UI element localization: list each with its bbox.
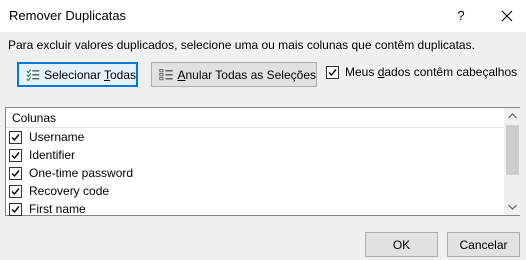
list-item-label: Username	[29, 130, 85, 144]
instructions-text: Para excluir valores duplicados, selecio…	[8, 38, 475, 52]
check-icon	[11, 187, 20, 195]
list-item-label: Identifier	[29, 148, 76, 162]
list-item-label: One-time password	[29, 166, 134, 180]
checkbox[interactable]	[9, 202, 22, 216]
columns-items: Username Identifier One-time password Re…	[9, 128, 133, 218]
checkbox[interactable]	[9, 166, 22, 180]
checklist-icon	[26, 68, 40, 81]
my-data-has-headers-checkbox[interactable]: Meus dados contêm cabeçalhos	[326, 65, 517, 79]
chevron-down-icon	[507, 204, 517, 210]
select-all-label: Selecionar Todas	[44, 67, 136, 82]
checkbox[interactable]	[9, 184, 22, 198]
list-item-first-name[interactable]: First name	[9, 200, 133, 218]
close-icon	[501, 10, 513, 22]
list-item-identifier[interactable]: Identifier	[9, 146, 133, 164]
check-icon	[11, 151, 20, 159]
list-item-recovery-code[interactable]: Recovery code	[9, 182, 133, 200]
list-item-label: First name	[29, 202, 86, 216]
vertical-scrollbar[interactable]	[504, 108, 520, 215]
list-item-username[interactable]: Username	[9, 128, 133, 146]
checkbox[interactable]	[9, 130, 22, 144]
list-item-label: Recovery code	[29, 184, 110, 198]
close-button[interactable]	[492, 4, 522, 28]
my-data-has-headers-label: Meus dados contêm cabeçalhos	[345, 65, 518, 79]
help-button[interactable]: ?	[446, 4, 476, 28]
scroll-up-button[interactable]	[504, 108, 520, 124]
select-all-button[interactable]: Selecionar Todas	[17, 62, 138, 87]
check-icon	[11, 133, 20, 141]
list-icon	[159, 68, 173, 80]
scroll-thumb[interactable]	[506, 125, 519, 175]
check-icon	[328, 68, 337, 76]
title-bar: Remover Duplicatas ?	[0, 0, 526, 32]
list-item-one-time-password[interactable]: One-time password	[9, 164, 133, 182]
checkbox[interactable]	[9, 148, 22, 162]
check-icon	[11, 169, 20, 177]
cancel-button[interactable]: Cancelar	[447, 232, 520, 257]
columns-listbox[interactable]: Colunas Username Identifier One-time pas…	[5, 107, 520, 216]
columns-header: Colunas	[12, 111, 57, 125]
scroll-down-button[interactable]	[504, 199, 520, 215]
checkbox[interactable]	[326, 65, 339, 79]
deselect-all-label: Anular Todas as Seleções	[177, 67, 316, 82]
check-icon	[11, 205, 20, 213]
ok-button[interactable]: OK	[365, 232, 438, 257]
chevron-up-icon	[507, 113, 517, 119]
deselect-all-button[interactable]: Anular Todas as Seleções	[151, 62, 317, 87]
dialog-title: Remover Duplicatas	[9, 8, 127, 23]
